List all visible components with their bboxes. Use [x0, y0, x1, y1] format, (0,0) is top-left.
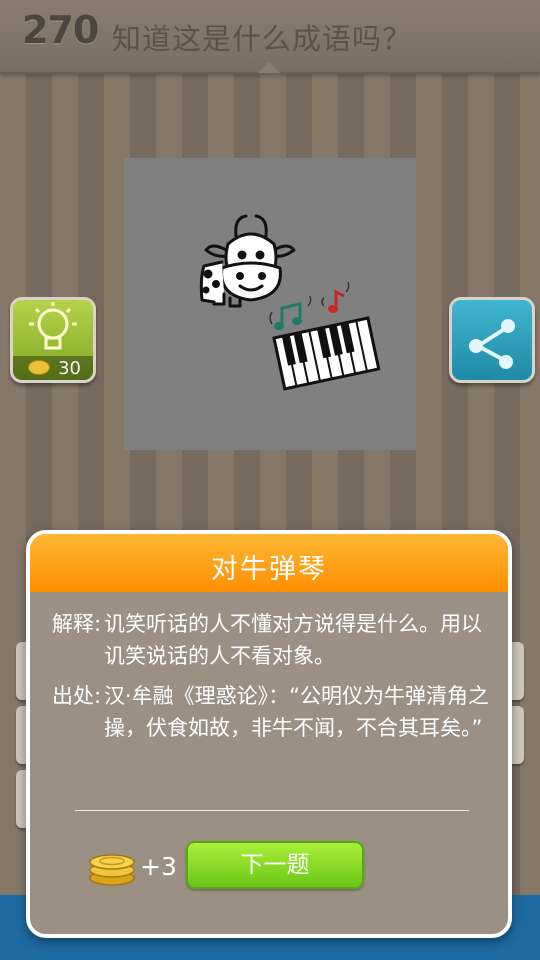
source-text: 汉·牟融《理惑论》：“公明仪为牛弹清角之操，伏食如故，非牛不闻，不合其耳矣。”: [104, 684, 490, 740]
cow-icon: [199, 214, 296, 308]
hint-cost-bar: 30: [13, 356, 93, 380]
dialog-header: 对牛弹琴: [30, 534, 508, 592]
hint-button[interactable]: 30: [10, 297, 96, 383]
dialog-body: 解释: 讥笑听话的人不懂对方说得是什么。用以讥笑说话的人不看对象。 出处: 汉·…: [52, 608, 492, 752]
hint-cost: 30: [58, 358, 81, 379]
divider: [75, 810, 469, 811]
share-icon: [469, 319, 515, 369]
share-button[interactable]: [449, 297, 535, 383]
level-number: 270: [22, 8, 99, 52]
top-bar-notch: [258, 62, 280, 73]
meaning-row: 解释: 讥笑听话的人不懂对方说得是什么。用以讥笑说话的人不看对象。: [52, 608, 492, 672]
lightbulb-icon: [29, 302, 77, 350]
meaning-label: 解释:: [52, 612, 102, 636]
meaning-text: 讥笑听话的人不懂对方说得是什么。用以讥笑说话的人不看对象。: [104, 612, 482, 668]
music-notes-icon: [269, 281, 350, 330]
reward-amount: +3: [140, 852, 177, 881]
source-label: 出处:: [52, 684, 102, 708]
source-row: 出处: 汉·牟融《理惑论》：“公明仪为牛弹清角之操，伏食如故，非牛不闻，不合其耳…: [52, 680, 492, 744]
piano-keyboard-icon: [272, 316, 381, 391]
coins-icon: [89, 854, 135, 886]
idiom-title: 对牛弹琴: [211, 554, 327, 585]
coin-icon: [28, 360, 50, 375]
answer-dialog: 对牛弹琴 解释: 讥笑听话的人不懂对方说得是什么。用以讥笑说话的人不看对象。 出…: [26, 530, 512, 938]
question-text: 知道这是什么成语吗？: [112, 22, 413, 56]
puzzle-image: [124, 158, 416, 450]
next-question-button[interactable]: 下一题: [186, 841, 364, 889]
